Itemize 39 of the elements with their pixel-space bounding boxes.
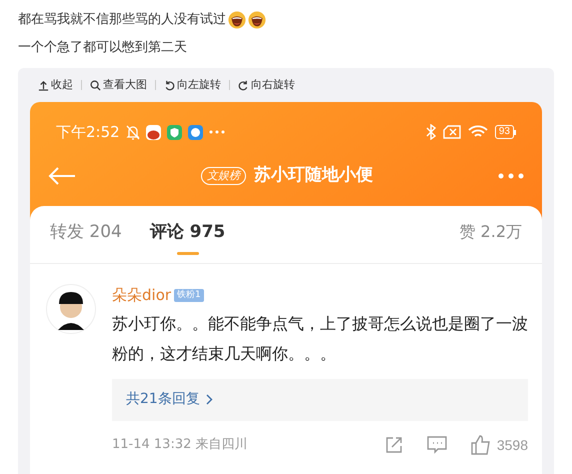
- replies-link[interactable]: 共21条回复: [112, 378, 528, 420]
- ranking-tag: 文娱榜: [201, 167, 246, 185]
- comment-meta: 11-14 13:32 来自四川: [112, 436, 248, 454]
- comment-like-count: 3598: [496, 436, 528, 454]
- app-icon: [146, 124, 161, 140]
- more-icon: [208, 130, 225, 134]
- comment-tab[interactable]: 转发 204: [50, 220, 122, 254]
- post-text: 都在骂我就不信那些骂的人没有试过: [18, 11, 226, 30]
- no-sim-icon: [442, 125, 461, 139]
- comment-tab[interactable]: 评论 975: [150, 220, 226, 254]
- comment-text: 苏小玎你。。能不能争点气，上了披哥怎么说也是圈了一波粉的，这才结束几天啊你。。。: [112, 312, 528, 364]
- rotate-right-icon: [238, 80, 249, 90]
- like-count: 赞 2.2万: [459, 221, 522, 243]
- battery-indicator: 93: [494, 125, 516, 139]
- chevron-right-icon: [206, 394, 213, 405]
- post-text: 一个个急了都可以憋到第二天: [18, 39, 187, 58]
- toolbar-button[interactable]: 向右旋转: [238, 76, 295, 94]
- laughing-emoji-icon: [228, 11, 246, 29]
- toolbar-button[interactable]: 收起: [38, 76, 73, 94]
- avatar: [46, 284, 96, 334]
- chat-app-icon: [188, 124, 203, 140]
- search-icon: [90, 80, 101, 90]
- back-arrow-icon[interactable]: [48, 166, 76, 186]
- share-icon[interactable]: [384, 436, 403, 454]
- upload-arrow-icon: [38, 80, 49, 90]
- wifi-icon: [468, 125, 488, 139]
- shield-app-icon: [166, 124, 182, 140]
- laughing-emoji-icon: [248, 11, 266, 29]
- post-title: 苏小玎随地小便: [254, 164, 373, 188]
- toolbar-button[interactable]: 查看大图: [90, 76, 147, 94]
- bluetooth-icon: [426, 124, 436, 140]
- status-time: 下午2:52: [56, 122, 120, 143]
- more-icon[interactable]: [498, 173, 524, 179]
- toolbar-button[interactable]: 向左旋转: [164, 76, 221, 94]
- bell-off-icon: [126, 124, 140, 140]
- thumbs-up-icon[interactable]: [470, 435, 491, 455]
- fan-badge: 铁粉1: [174, 288, 204, 302]
- comment-icon[interactable]: [426, 436, 447, 454]
- rotate-left-icon: [164, 80, 175, 90]
